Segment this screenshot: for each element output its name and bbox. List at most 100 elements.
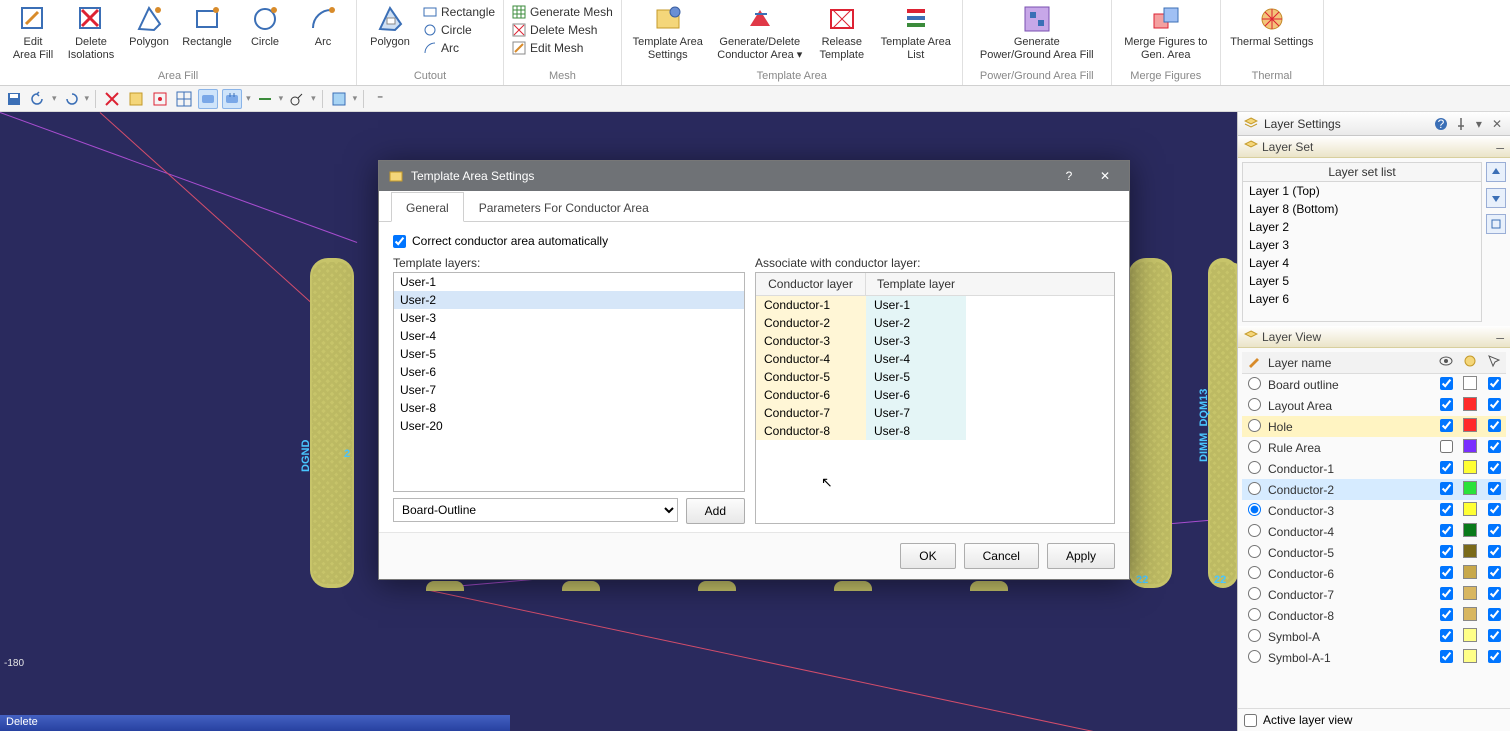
template-area-settings-button[interactable]: Template AreaSettings <box>628 2 708 64</box>
template-layer-item[interactable]: User-6 <box>394 363 744 381</box>
layer-view-row[interactable]: Rule Area <box>1242 437 1506 458</box>
layer-view-row[interactable]: Hole <box>1242 416 1506 437</box>
layer-color-swatch[interactable] <box>1463 460 1477 474</box>
layer-radio[interactable] <box>1248 503 1261 516</box>
collapse-icon[interactable]: – <box>1496 139 1504 155</box>
qat-customize[interactable]: ⁼ <box>370 89 390 109</box>
layer-select-checkbox[interactable] <box>1488 398 1501 411</box>
template-layer-item[interactable]: User-7 <box>394 381 744 399</box>
layer-view-row[interactable]: Symbol-A <box>1242 626 1506 647</box>
layer-view-row[interactable]: Conductor-4 <box>1242 521 1506 542</box>
layer-view-row[interactable]: Conductor-2 <box>1242 479 1506 500</box>
layer-color-swatch[interactable] <box>1463 502 1477 516</box>
layer-select-checkbox[interactable] <box>1488 587 1501 600</box>
layer-select-checkbox[interactable] <box>1488 440 1501 453</box>
template-layer-item[interactable]: User-4 <box>394 327 744 345</box>
merge-figures-button[interactable]: Merge Figures toGen. Area <box>1118 2 1214 64</box>
help-icon[interactable]: ? <box>1434 117 1448 131</box>
layer-visible-checkbox[interactable] <box>1440 398 1453 411</box>
layer-select-checkbox[interactable] <box>1488 419 1501 432</box>
active-layer-view-row[interactable]: Active layer view <box>1238 708 1510 731</box>
template-layer-item[interactable]: User-5 <box>394 345 744 363</box>
layer-color-swatch[interactable] <box>1463 649 1477 663</box>
qat-btn-5[interactable] <box>198 89 218 109</box>
cutout-circle-button[interactable]: Circle <box>421 22 497 38</box>
auto-correct-checkbox[interactable] <box>393 235 406 248</box>
layer-select-checkbox[interactable] <box>1488 503 1501 516</box>
layer-visible-checkbox[interactable] <box>1440 608 1453 621</box>
qat-btn-9[interactable] <box>329 89 349 109</box>
layer-color-swatch[interactable] <box>1463 523 1477 537</box>
assoc-row[interactable]: Conductor-3User-3 <box>756 332 1114 350</box>
layer-radio[interactable] <box>1248 440 1261 453</box>
layer-visible-checkbox[interactable] <box>1440 650 1453 663</box>
qat-btn-6[interactable] <box>222 89 242 109</box>
collapse-icon[interactable]: – <box>1496 329 1504 345</box>
template-layers-list[interactable]: User-1User-2User-3User-4User-5User-6User… <box>393 272 745 492</box>
layer-select-checkbox[interactable] <box>1488 566 1501 579</box>
qat-btn-4[interactable] <box>174 89 194 109</box>
circle-button[interactable]: Circle <box>238 2 292 51</box>
template-layer-item[interactable]: User-20 <box>394 417 744 435</box>
qat-btn-7[interactable] <box>255 89 275 109</box>
release-template-button[interactable]: ReleaseTemplate <box>812 2 872 64</box>
layer-set-header[interactable]: Layer Set – <box>1238 136 1510 158</box>
cancel-button[interactable]: Cancel <box>964 543 1039 569</box>
layer-select-checkbox[interactable] <box>1488 629 1501 642</box>
layer-set-list[interactable]: Layer 1 (Top)Layer 8 (Bottom)Layer 2Laye… <box>1242 182 1482 322</box>
layer-view-row[interactable]: Symbol-A-1 <box>1242 647 1506 668</box>
layer-select-checkbox[interactable] <box>1488 482 1501 495</box>
panel-titlebar[interactable]: Layer Settings ? ▾ ✕ <box>1238 112 1510 136</box>
layer-visible-checkbox[interactable] <box>1440 545 1453 558</box>
move-up-button[interactable] <box>1486 162 1506 182</box>
layer-select-checkbox[interactable] <box>1488 524 1501 537</box>
qat-btn-2[interactable] <box>126 89 146 109</box>
layer-radio[interactable] <box>1248 587 1261 600</box>
layer-view-row[interactable]: Conductor-1 <box>1242 458 1506 479</box>
template-layer-item[interactable]: User-8 <box>394 399 744 417</box>
layer-radio[interactable] <box>1248 545 1261 558</box>
layer-select-checkbox[interactable] <box>1488 377 1501 390</box>
layer-visible-checkbox[interactable] <box>1440 566 1453 579</box>
add-button[interactable]: Add <box>686 498 745 524</box>
options-button[interactable] <box>1486 214 1506 234</box>
template-layer-item[interactable]: User-2 <box>394 291 744 309</box>
layer-color-swatch[interactable] <box>1463 586 1477 600</box>
thermal-settings-button[interactable]: Thermal Settings <box>1227 2 1317 51</box>
layer-set-item[interactable]: Layer 1 (Top) <box>1243 182 1481 200</box>
layer-select-checkbox[interactable] <box>1488 461 1501 474</box>
layer-visible-checkbox[interactable] <box>1440 503 1453 516</box>
undo-button[interactable] <box>28 89 48 109</box>
layer-visible-checkbox[interactable] <box>1440 629 1453 642</box>
layer-set-item[interactable]: Layer 6 <box>1243 290 1481 308</box>
layer-color-swatch[interactable] <box>1463 481 1477 495</box>
layer-radio[interactable] <box>1248 608 1261 621</box>
delete-mesh-button[interactable]: Delete Mesh <box>510 22 615 38</box>
layer-visible-checkbox[interactable] <box>1440 524 1453 537</box>
layer-select-checkbox[interactable] <box>1488 608 1501 621</box>
pin-icon[interactable] <box>1454 117 1468 131</box>
layer-radio[interactable] <box>1248 419 1261 432</box>
close-icon[interactable]: ✕ <box>1490 117 1504 131</box>
layer-color-swatch[interactable] <box>1463 607 1477 621</box>
assoc-row[interactable]: Conductor-8User-8 <box>756 422 1114 440</box>
layer-view-row[interactable]: Conductor-8 <box>1242 605 1506 626</box>
layer-visible-checkbox[interactable] <box>1440 587 1453 600</box>
cutout-polygon-button[interactable]: Polygon <box>363 2 417 51</box>
assoc-row[interactable]: Conductor-4User-4 <box>756 350 1114 368</box>
template-layer-item[interactable]: User-1 <box>394 273 744 291</box>
layer-color-swatch[interactable] <box>1463 397 1477 411</box>
tab-general[interactable]: General <box>391 192 464 222</box>
layer-view-row[interactable]: Conductor-6 <box>1242 563 1506 584</box>
layer-select-checkbox[interactable] <box>1488 650 1501 663</box>
assoc-row[interactable]: Conductor-2User-2 <box>756 314 1114 332</box>
layer-select-checkbox[interactable] <box>1488 545 1501 558</box>
template-area-list-button[interactable]: Template AreaList <box>876 2 956 64</box>
dialog-close-button[interactable]: ✕ <box>1091 165 1119 187</box>
polygon-button[interactable]: Polygon <box>122 2 176 51</box>
arc-button[interactable]: Arc <box>296 2 350 51</box>
assoc-row[interactable]: Conductor-7User-7 <box>756 404 1114 422</box>
layer-radio[interactable] <box>1248 524 1261 537</box>
edit-mesh-button[interactable]: Edit Mesh <box>510 40 615 56</box>
layer-set-item[interactable]: Layer 4 <box>1243 254 1481 272</box>
